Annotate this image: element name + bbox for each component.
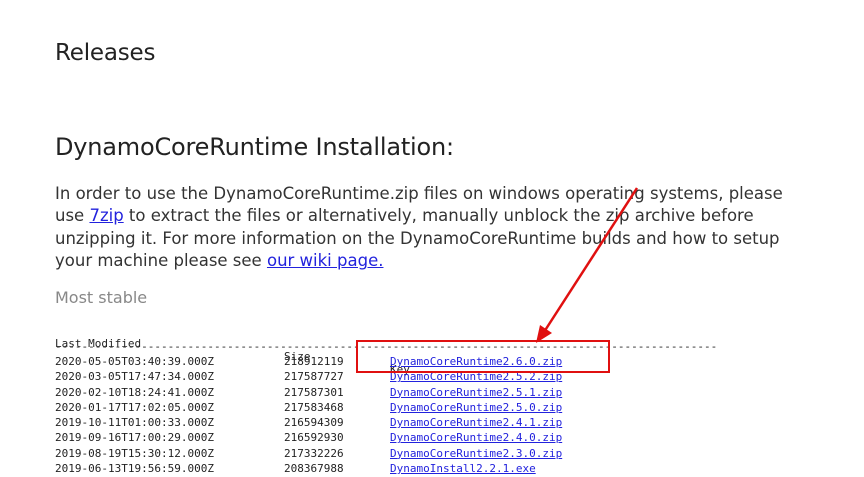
table-row: 2019-06-13T19:56:59.000Z 208367988 DynamoI…	[55, 462, 719, 477]
row-size: 208367988	[284, 462, 344, 476]
row-key: DynamoCoreRuntime2.4.0.zip	[390, 431, 562, 444]
row-size: 218912119	[284, 355, 344, 368]
row-key: DynamoCoreRuntime2.5.1.zip	[390, 386, 562, 399]
listing-rows: 2020-05-05T03:40:39.000Z 218912119 DynamoC…	[55, 355, 719, 477]
annotation-highlight-box	[356, 340, 610, 373]
row-last-modified: 2019-08-19T15:30:12.000Z	[55, 446, 214, 460]
row-size: 217332226	[284, 446, 344, 460]
row-size: 216592930	[284, 431, 344, 445]
intro-text-2: to extract the files or alternatively, m…	[55, 206, 780, 271]
row-key: DynamoInstall2.2.1.exe	[390, 462, 536, 475]
table-row: 2020-02-10T18:24:41.000Z 217587301 DynamoC…	[55, 386, 719, 401]
listing-header: Last Modified Size Key	[55, 324, 719, 376]
section-title: DynamoCoreRuntime Installation:	[55, 133, 454, 161]
row-last-modified: 2020-01-17T17:02:05.000Z	[55, 400, 214, 414]
row-key: DynamoCoreRuntime2.4.1.zip	[390, 416, 562, 429]
page-title: Releases	[55, 40, 156, 66]
download-link[interactable]: DynamoCoreRuntime2.5.1.zip	[390, 386, 562, 399]
download-link[interactable]: DynamoCoreRuntime2.4.0.zip	[390, 431, 562, 444]
table-row: 2019-08-19T15:30:12.000Z 217332226 DynamoC…	[55, 447, 719, 462]
row-size: 217583468	[284, 400, 344, 414]
download-link[interactable]: DynamoCoreRuntime2.3.0.zip	[390, 447, 562, 460]
row-last-modified: 2020-05-05T03:40:39.000Z	[55, 355, 214, 368]
row-size: 217587301	[284, 385, 344, 399]
row-key: DynamoCoreRuntime2.3.0.zip	[390, 447, 562, 460]
row-size: 217587727	[284, 370, 344, 384]
most-stable-label: Most stable	[55, 288, 148, 307]
table-row: 2019-10-11T01:00:33.000Z 216594309 DynamoC…	[55, 416, 719, 431]
7zip-link[interactable]: 7zip	[89, 206, 123, 225]
table-row: 2019-09-16T17:00:29.000Z 216592930 DynamoC…	[55, 431, 719, 446]
row-key: DynamoCoreRuntime2.5.0.zip	[390, 401, 562, 414]
row-last-modified: 2019-10-11T01:00:33.000Z	[55, 416, 214, 430]
intro-paragraph: In order to use the DynamoCoreRuntime.zi…	[55, 183, 815, 273]
row-last-modified: 2019-09-16T17:00:29.000Z	[55, 431, 214, 445]
row-last-modified: 2020-03-05T17:47:34.000Z	[55, 370, 214, 384]
row-size: 216594309	[284, 416, 344, 430]
table-row: 2020-01-17T17:02:05.000Z 217583468 DynamoC…	[55, 401, 719, 416]
download-link[interactable]: DynamoInstall2.2.1.exe	[390, 462, 536, 475]
download-link[interactable]: DynamoCoreRuntime2.4.1.zip	[390, 416, 562, 429]
download-link[interactable]: DynamoCoreRuntime2.5.0.zip	[390, 401, 562, 414]
row-last-modified: 2020-02-10T18:24:41.000Z	[55, 385, 214, 399]
row-last-modified: 2019-06-13T19:56:59.000Z	[55, 462, 214, 476]
wiki-link[interactable]: our wiki page.	[267, 251, 384, 270]
